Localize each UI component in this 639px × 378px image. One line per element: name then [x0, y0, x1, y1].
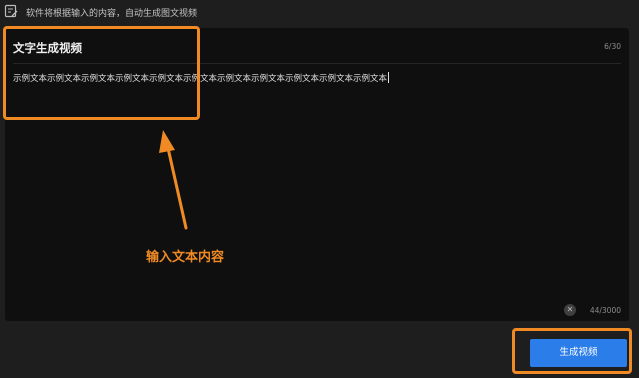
annotation-arrow	[159, 130, 188, 230]
annotation-label: 输入文本内容	[146, 250, 225, 265]
generate-video-button[interactable]: 生成视频	[530, 339, 627, 367]
